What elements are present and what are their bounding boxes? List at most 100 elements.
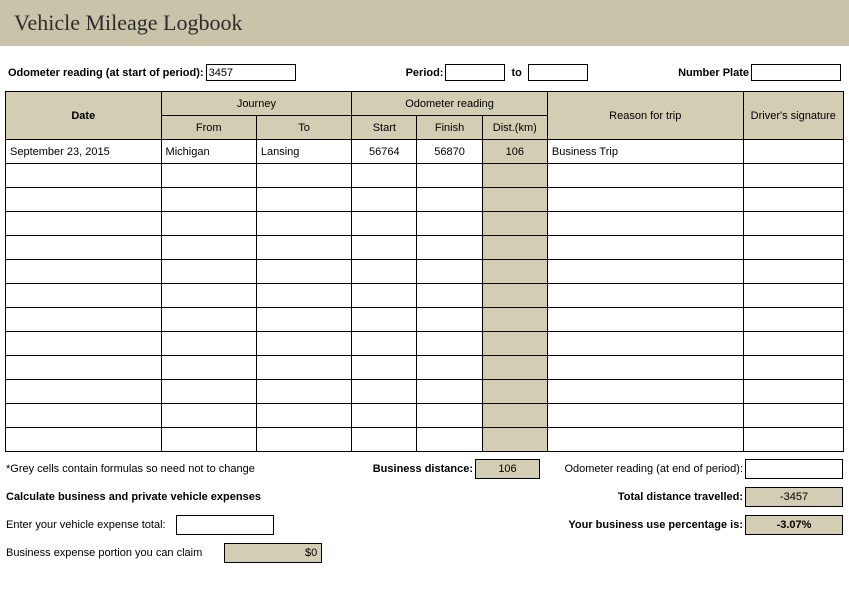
cell-reason[interactable] [547, 260, 743, 284]
cell-from[interactable] [161, 188, 256, 212]
cell-from[interactable] [161, 236, 256, 260]
cell-from[interactable] [161, 332, 256, 356]
cell-reason[interactable] [547, 308, 743, 332]
cell-date[interactable] [6, 188, 162, 212]
cell-finish[interactable] [417, 332, 482, 356]
cell-from[interactable] [161, 404, 256, 428]
cell-to[interactable] [256, 260, 351, 284]
cell-signature[interactable] [743, 140, 843, 164]
number-plate-input[interactable] [751, 64, 841, 81]
cell-date[interactable] [6, 332, 162, 356]
cell-reason[interactable] [547, 332, 743, 356]
cell-finish[interactable] [417, 404, 482, 428]
cell-signature[interactable] [743, 236, 843, 260]
cell-signature[interactable] [743, 332, 843, 356]
cell-signature[interactable] [743, 428, 843, 452]
cell-from[interactable] [161, 212, 256, 236]
odometer-end-value[interactable] [745, 459, 843, 479]
cell-finish[interactable] [417, 380, 482, 404]
cell-date[interactable] [6, 428, 162, 452]
cell-start[interactable] [352, 164, 417, 188]
cell-reason[interactable]: Business Trip [547, 140, 743, 164]
cell-finish[interactable]: 56870 [417, 140, 482, 164]
cell-start[interactable] [352, 380, 417, 404]
cell-date[interactable] [6, 212, 162, 236]
cell-date[interactable] [6, 236, 162, 260]
cell-start[interactable] [352, 404, 417, 428]
cell-date[interactable] [6, 284, 162, 308]
cell-reason[interactable] [547, 164, 743, 188]
cell-from[interactable] [161, 260, 256, 284]
cell-from[interactable] [161, 284, 256, 308]
cell-to[interactable] [256, 356, 351, 380]
cell-reason[interactable] [547, 212, 743, 236]
cell-to[interactable]: Lansing [256, 140, 351, 164]
odometer-start-input[interactable] [206, 64, 296, 81]
cell-start[interactable] [352, 236, 417, 260]
cell-start[interactable]: 56764 [352, 140, 417, 164]
cell-to[interactable] [256, 212, 351, 236]
expense-total-input[interactable] [176, 515, 274, 535]
cell-date[interactable] [6, 404, 162, 428]
cell-start[interactable] [352, 284, 417, 308]
cell-to[interactable] [256, 332, 351, 356]
cell-start[interactable] [352, 260, 417, 284]
cell-to[interactable] [256, 308, 351, 332]
cell-signature[interactable] [743, 188, 843, 212]
cell-signature[interactable] [743, 356, 843, 380]
cell-to[interactable] [256, 236, 351, 260]
cell-date[interactable] [6, 164, 162, 188]
cell-dist [482, 236, 547, 260]
cell-finish[interactable] [417, 308, 482, 332]
cell-finish[interactable] [417, 188, 482, 212]
cell-start[interactable] [352, 308, 417, 332]
cell-date[interactable] [6, 308, 162, 332]
cell-start[interactable] [352, 212, 417, 236]
cell-to[interactable] [256, 428, 351, 452]
cell-from[interactable] [161, 356, 256, 380]
cell-signature[interactable] [743, 212, 843, 236]
cell-start[interactable] [352, 356, 417, 380]
cell-finish[interactable] [417, 212, 482, 236]
cell-start[interactable] [352, 188, 417, 212]
cell-date[interactable]: September 23, 2015 [6, 140, 162, 164]
cell-start[interactable] [352, 428, 417, 452]
cell-finish[interactable] [417, 356, 482, 380]
cell-signature[interactable] [743, 380, 843, 404]
cell-reason[interactable] [547, 356, 743, 380]
cell-date[interactable] [6, 380, 162, 404]
cell-to[interactable] [256, 380, 351, 404]
cell-signature[interactable] [743, 404, 843, 428]
cell-reason[interactable] [547, 428, 743, 452]
period-to-input[interactable] [528, 64, 588, 81]
cell-finish[interactable] [417, 428, 482, 452]
cell-dist [482, 164, 547, 188]
cell-reason[interactable] [547, 236, 743, 260]
cell-from[interactable] [161, 308, 256, 332]
cell-reason[interactable] [547, 404, 743, 428]
cell-from[interactable] [161, 428, 256, 452]
cell-signature[interactable] [743, 284, 843, 308]
cell-reason[interactable] [547, 380, 743, 404]
cell-to[interactable] [256, 164, 351, 188]
cell-signature[interactable] [743, 260, 843, 284]
cell-dist [482, 260, 547, 284]
cell-reason[interactable] [547, 284, 743, 308]
cell-to[interactable] [256, 404, 351, 428]
cell-date[interactable] [6, 356, 162, 380]
cell-reason[interactable] [547, 188, 743, 212]
cell-finish[interactable] [417, 260, 482, 284]
cell-from[interactable] [161, 380, 256, 404]
cell-to[interactable] [256, 188, 351, 212]
cell-signature[interactable] [743, 164, 843, 188]
cell-from[interactable] [161, 164, 256, 188]
period-from-input[interactable] [445, 64, 505, 81]
cell-date[interactable] [6, 260, 162, 284]
cell-to[interactable] [256, 284, 351, 308]
cell-finish[interactable] [417, 284, 482, 308]
cell-start[interactable] [352, 332, 417, 356]
cell-from[interactable]: Michigan [161, 140, 256, 164]
cell-signature[interactable] [743, 308, 843, 332]
cell-finish[interactable] [417, 236, 482, 260]
cell-finish[interactable] [417, 164, 482, 188]
